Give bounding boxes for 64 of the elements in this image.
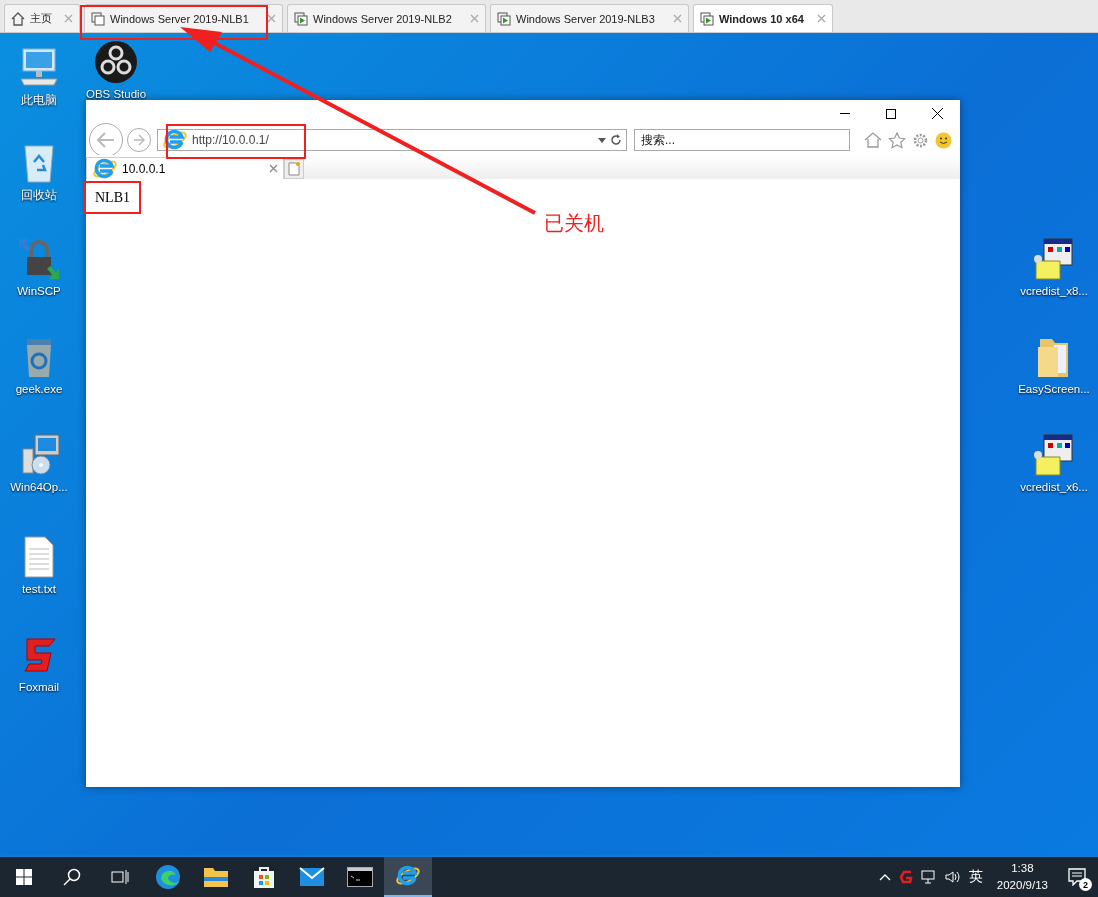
- icon-label[interactable]: vcredist_x6...: [1020, 481, 1088, 493]
- setup-icon: [1032, 237, 1076, 281]
- settings-icon[interactable]: [912, 131, 929, 149]
- setup-icon: [1032, 433, 1076, 477]
- close-icon[interactable]: [267, 14, 276, 23]
- vm-tab[interactable]: Windows 10 x64: [693, 4, 833, 32]
- task-view-icon: [111, 869, 129, 885]
- icon-label[interactable]: geek.exe: [15, 383, 63, 395]
- url-text: http://10.0.0.1/: [192, 133, 270, 147]
- chevron-up-icon[interactable]: [878, 873, 891, 881]
- home-icon: [11, 11, 25, 26]
- close-icon: [931, 108, 943, 119]
- folder-icon: [203, 866, 229, 888]
- notification-button[interactable]: 2: [1062, 862, 1092, 892]
- network-icon[interactable]: [920, 870, 937, 884]
- icon-label[interactable]: WinSCP: [17, 285, 61, 297]
- vm-tab[interactable]: Windows Server 2019-NLB1: [84, 4, 283, 32]
- browser-tab[interactable]: 10.0.0.1: [86, 157, 284, 179]
- search-icon: [63, 868, 81, 886]
- vm-running-icon: [700, 11, 714, 26]
- star-icon[interactable]: [888, 131, 906, 149]
- notification-icon: [1068, 868, 1086, 886]
- icon-label[interactable]: Win64Op...: [10, 481, 68, 493]
- maximize-icon: [886, 108, 896, 119]
- icon-label[interactable]: 回收站: [21, 188, 57, 203]
- vm-running-icon: [497, 11, 511, 26]
- windows-logo-icon: [16, 869, 32, 885]
- back-arrow-icon: [97, 132, 115, 148]
- address-bar[interactable]: http://10.0.0.1/: [157, 129, 627, 151]
- notification-count: 2: [1079, 878, 1092, 891]
- icon-label[interactable]: Foxmail: [18, 681, 60, 693]
- icon-label[interactable]: OBS Studio: [85, 88, 147, 100]
- vm-tab[interactable]: Windows Server 2019-NLB3: [490, 4, 689, 32]
- tray-app-icon[interactable]: [898, 870, 913, 884]
- shopping-bag-icon: [252, 865, 276, 889]
- clock[interactable]: 1:38 2020/9/13: [990, 860, 1054, 894]
- mail-icon: [299, 867, 325, 887]
- icon-label[interactable]: EasyScreen...: [1018, 383, 1090, 395]
- vm-tab[interactable]: Windows Server 2019-NLB2: [287, 4, 486, 32]
- minimize-icon: [840, 113, 850, 114]
- computer-icon: [17, 45, 61, 89]
- annotation-text: 已关机: [544, 210, 604, 237]
- vm-icon: [91, 11, 105, 26]
- vm-running-icon: [294, 11, 308, 26]
- new-tab-icon: [288, 162, 300, 176]
- obs-logo-icon: [94, 40, 138, 84]
- dropdown-icon[interactable]: [598, 137, 606, 143]
- input-method-indicator[interactable]: 英: [968, 868, 983, 886]
- highlight-box: [84, 181, 141, 214]
- padlock-icon: [17, 237, 61, 281]
- search-field[interactable]: 搜索...: [634, 129, 850, 151]
- home-icon[interactable]: [864, 132, 882, 148]
- icon-label[interactable]: vcredist_x8...: [1020, 285, 1088, 297]
- smiley-icon[interactable]: [935, 131, 952, 149]
- speaker-icon[interactable]: [944, 870, 961, 884]
- refresh-icon[interactable]: [610, 134, 622, 146]
- icon-label[interactable]: test.txt: [22, 583, 56, 595]
- icon-label[interactable]: 此电脑: [21, 93, 57, 108]
- forward-arrow-icon: [133, 134, 145, 146]
- close-icon[interactable]: [269, 164, 278, 173]
- terminal-icon: [347, 867, 373, 887]
- page-text: NLB1: [95, 190, 130, 205]
- edge-icon: [155, 864, 181, 890]
- vm-tab[interactable]: 主页: [4, 4, 80, 32]
